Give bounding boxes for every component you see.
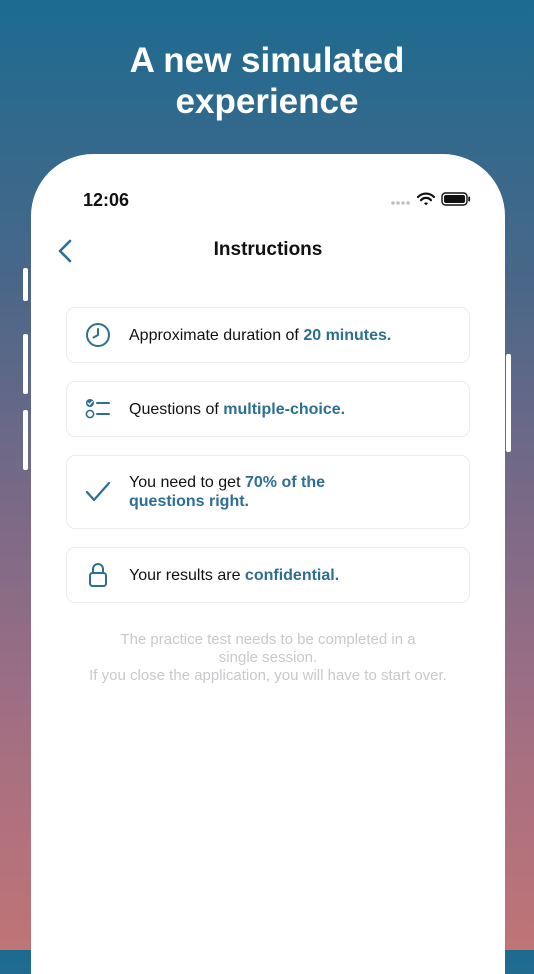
info-card-text: Questions of multiple-choice. [129,400,365,419]
info-card-label: You need to get [129,474,245,491]
status-icons [391,192,471,211]
footnote-line: single session. [218,649,318,666]
info-card-highlight: multiple-choice. [223,400,346,418]
info-card-duration: Approximate duration of 20 minutes. [66,307,470,363]
wifi-icon [416,192,436,211]
promo-headline-line1: A new simulated [129,41,405,80]
lock-icon [89,563,107,587]
info-card-highlight: confidential. [244,566,340,584]
checklist-icon [85,399,110,419]
footnote-line: If you close the application, you will h… [89,667,447,684]
footnote-line: The practice test needs to be completed … [120,631,416,648]
info-card-label: Approximate duration of [129,326,304,344]
battery-icon [441,192,471,211]
phone-silent-switch [23,268,28,301]
info-card-pass-mark: You need to get 70% of the questions rig… [66,455,470,529]
info-card-label: Your results are [129,566,245,584]
phone-screen: 12:06 Instructions Approximate duration … [31,154,505,974]
phone-power-button [506,354,511,452]
info-card-text: Approximate duration of 20 minutes. [129,326,411,345]
checkmark-icon [85,481,111,502]
status-time: 12:06 [83,190,130,210]
phone-volume-up-button [23,334,28,394]
promo-headline: A new simulated experience [0,40,534,122]
info-card-highlight: 20 minutes. [303,326,392,344]
info-card-question-type: Questions of multiple-choice. [66,381,470,437]
signal-icon [391,193,411,211]
info-card-label: Questions of [129,400,224,418]
info-card-text: Your results are confidential. [129,566,359,585]
page-title: Instructions [213,239,323,260]
promo-headline-line2: experience [175,82,359,121]
session-footnote: The practice test needs to be completed … [61,631,475,685]
clock-icon [86,323,110,347]
info-card-text: You need to get 70% of the questions rig… [129,473,389,511]
phone-volume-down-button [23,410,28,470]
info-card-confidential: Your results are confidential. [66,547,470,603]
